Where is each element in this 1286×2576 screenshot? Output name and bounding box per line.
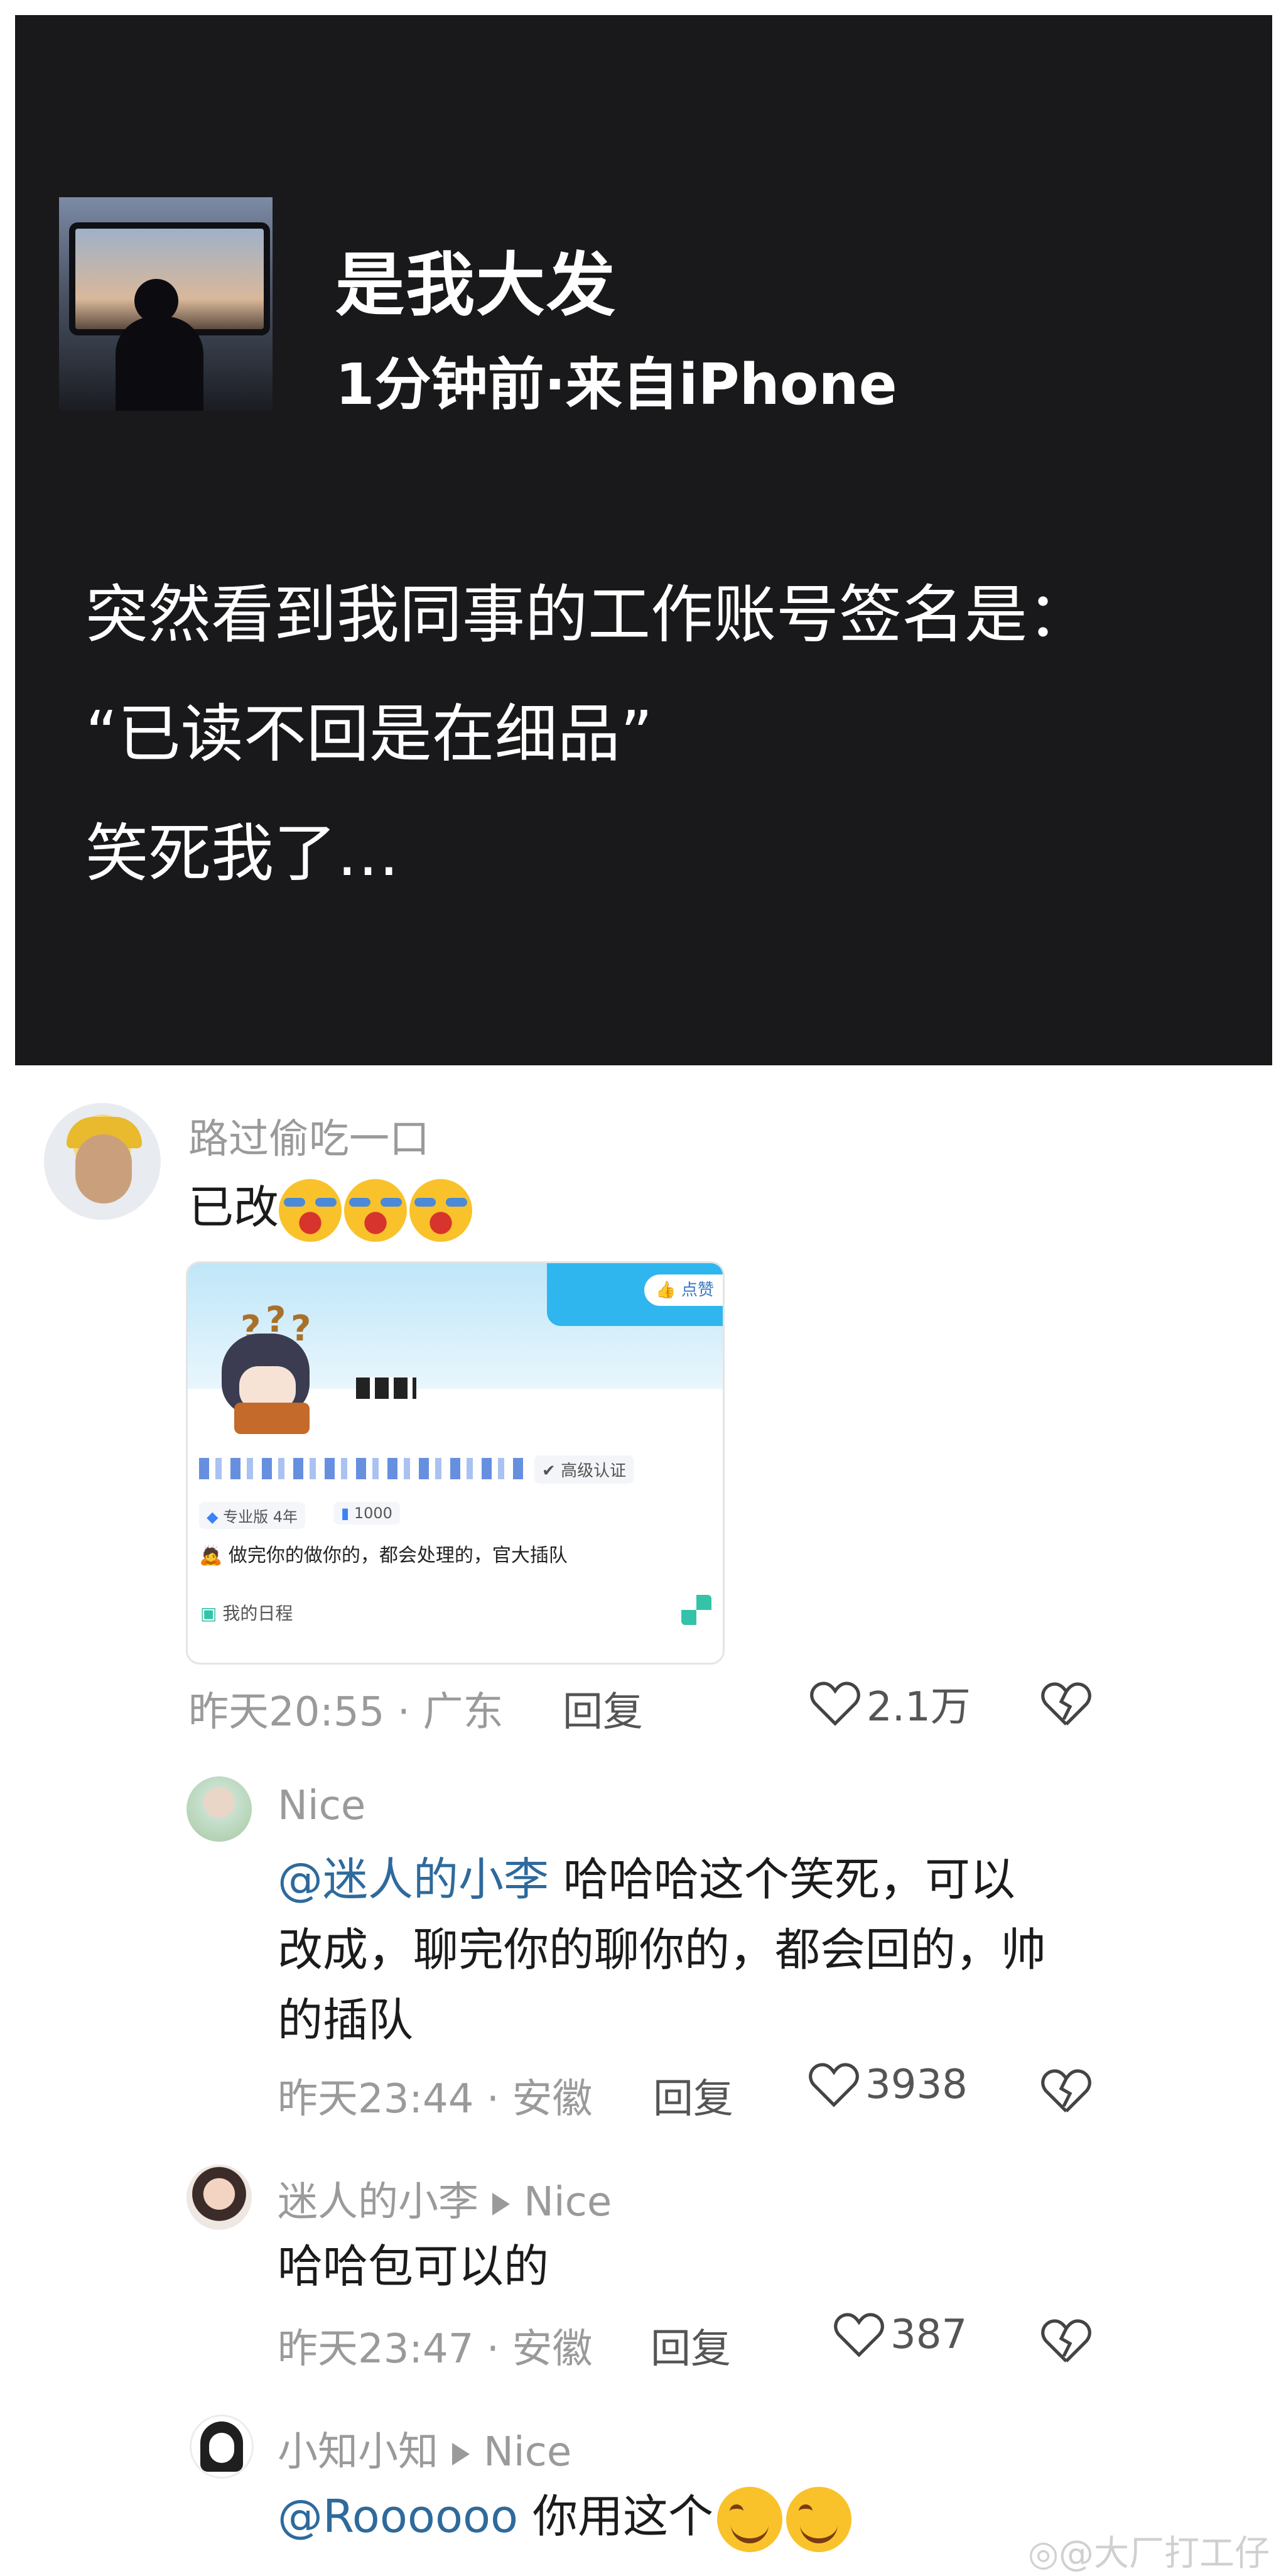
comment-text-content: 已改	[188, 1181, 279, 1234]
card-signature-text: 做完你的做你的，都会处理的，官大插队	[228, 1545, 568, 1567]
post-text: 突然看到我同事的工作账号签名是： “已读不回是在细品” 笑死我了…	[85, 555, 1253, 913]
comment-author[interactable]: Nice	[278, 1783, 365, 1829]
mention-link[interactable]: @Roooooo	[278, 2490, 518, 2543]
comment-text-content: 的插队	[278, 1994, 414, 2046]
broken-heart-icon[interactable]	[1041, 1681, 1091, 1727]
card-signature: 🙇 做完你的做你的，都会处理的，官大插队	[199, 1540, 568, 1567]
heart-icon	[810, 1682, 860, 1726]
broken-heart-icon[interactable]	[1041, 2068, 1091, 2114]
reply-button[interactable]: 回复	[563, 1680, 643, 1737]
comment-text: @迷人的小李 哈哈哈这个笑死，可以 改成，聊完你的聊你的，都会回的，帅 的插队	[278, 1844, 1157, 2055]
verified-icon: ✔	[542, 1462, 556, 1481]
card-schedule: ▣ 我的日程	[200, 1600, 293, 1625]
laugh-cry-emoji	[279, 1179, 342, 1242]
comment-time: 昨天23:44 · 安徽	[278, 2076, 593, 2122]
card-tag-label: 1000	[354, 1504, 392, 1522]
card-avatar: ???	[203, 1300, 335, 1440]
card-like-button: 👍 点赞	[644, 1274, 723, 1306]
comment-time: 昨天20:55 · 广东	[188, 1689, 504, 1736]
comment-time: 昨天23:47 · 安徽	[278, 2326, 593, 2372]
broken-heart-icon[interactable]	[1041, 2318, 1091, 2364]
calendar-icon: ▣	[200, 1603, 217, 1624]
comment-image[interactable]: 👍 点赞 ??? ✔ 高级认证 ◆ 专业版 4年 ▮ 1000 🙇 做完你的做你…	[186, 1261, 725, 1665]
reply-button[interactable]: 回复	[653, 2067, 733, 2124]
watermark-text: @大厂打工仔	[1059, 2533, 1270, 2574]
reply-arrow-icon	[452, 2443, 470, 2466]
card-schedule-label: 我的日程	[222, 1603, 293, 1624]
post-text-line: “已读不回是在细品”	[85, 697, 653, 771]
avatar[interactable]	[186, 2165, 252, 2230]
like-button[interactable]: 2.1万	[810, 1675, 971, 1732]
comment-text-content: 哈哈哈这个笑死，可以	[549, 1853, 1015, 1906]
comment-text: @Roooooo 你用这个	[278, 2481, 851, 2553]
card-like-label: 点赞	[681, 1281, 714, 1300]
like-count: 387	[890, 2312, 968, 2358]
like-count: 2.1万	[867, 1684, 971, 1731]
weibo-logo-icon: ◎	[1028, 2533, 1059, 2574]
post-author-name[interactable]: 是我大发	[335, 229, 617, 329]
comment-text-content: 你用这个	[518, 2490, 713, 2543]
heart-icon	[834, 2313, 884, 2357]
reply-to-author[interactable]: Nice	[524, 2179, 612, 2225]
smile-emoji	[717, 2487, 782, 2553]
avatar[interactable]	[186, 1776, 252, 1842]
card-id-redacted	[199, 1458, 526, 1479]
card-tag-label: 专业版 4年	[223, 1508, 298, 1526]
post-meta: 1分钟前·来自iPhone	[335, 352, 897, 418]
thumbs-up-icon: 👍	[656, 1281, 676, 1300]
comment-text-content: 改成，聊完你的聊你的，都会回的，帅	[278, 1923, 1047, 1976]
smile-emoji	[786, 2487, 851, 2553]
card-verified-badge: ✔ 高级认证	[534, 1455, 634, 1484]
card-tag: ◆ 专业版 4年	[199, 1502, 306, 1529]
bar-chart-icon: ▮	[341, 1504, 350, 1522]
avatar[interactable]	[190, 2415, 254, 2479]
avatar[interactable]	[44, 1103, 161, 1220]
heart-icon	[809, 2063, 859, 2107]
comment-author-row: 迷人的小李 Nice	[278, 2170, 612, 2227]
qr-code-icon	[681, 1595, 711, 1625]
post-text-line: 突然看到我同事的工作账号签名是：	[85, 578, 1090, 651]
card-badge-label: 高级认证	[561, 1462, 627, 1481]
comment-text: 哈哈包可以的	[278, 2240, 549, 2293]
reply-arrow-icon	[492, 2193, 510, 2216]
comment-author[interactable]: 路过偷吃一口	[188, 1107, 430, 1165]
reply-button[interactable]: 回复	[651, 2317, 731, 2374]
comment-author-row: 小知小知 Nice	[278, 2420, 571, 2477]
like-button[interactable]: 387	[834, 2312, 967, 2358]
diamond-icon: ◆	[207, 1508, 219, 1526]
mention-link[interactable]: @迷人的小李	[278, 1853, 549, 1906]
reply-to-author[interactable]: Nice	[484, 2429, 571, 2475]
like-button[interactable]: 3938	[809, 2062, 968, 2108]
watermark: ◎@大厂打工仔	[1028, 2525, 1270, 2576]
person-emoji-icon: 🙇	[199, 1545, 223, 1567]
original-post: 是我大发 1分钟前·来自iPhone 突然看到我同事的工作账号签名是： “已读不…	[15, 15, 1272, 1065]
like-count: 3938	[865, 2062, 968, 2108]
card-tag: ▮ 1000	[333, 1502, 400, 1524]
post-author-avatar[interactable]	[59, 197, 273, 411]
post-text-line: 笑死我了…	[85, 817, 399, 890]
laugh-cry-emoji	[409, 1179, 473, 1242]
laugh-cry-emoji	[344, 1179, 408, 1242]
comment-text: 已改	[188, 1172, 475, 1242]
card-name-redacted	[356, 1378, 416, 1399]
comment-author[interactable]: 迷人的小李	[278, 2179, 478, 2225]
comment-author[interactable]: 小知小知	[278, 2429, 438, 2475]
